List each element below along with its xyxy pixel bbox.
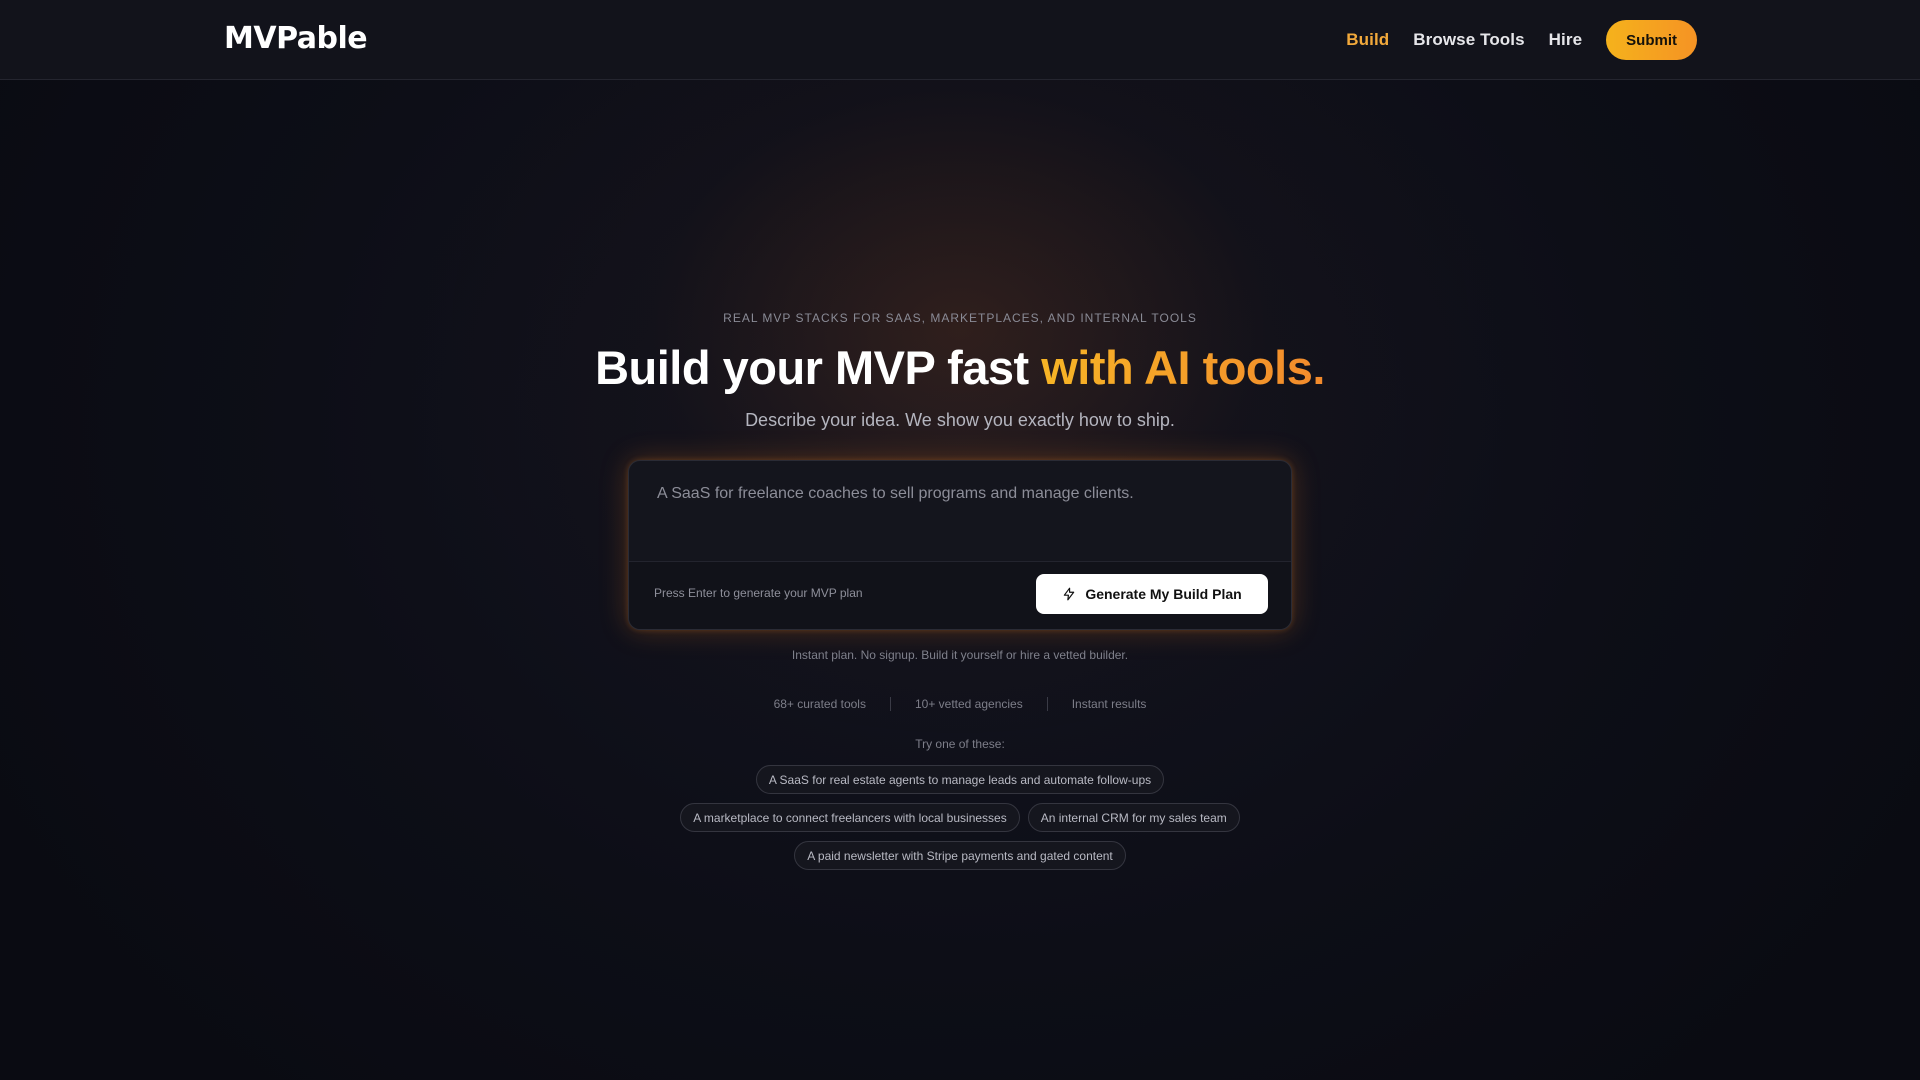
suggestion-chip[interactable]: An internal CRM for my sales team	[1027, 803, 1240, 832]
idea-prompt-box: Press Enter to generate your MVP plan Ge…	[628, 460, 1292, 630]
hero-eyebrow: REAL MVP STACKS FOR SAAS, MARKETPLACES, …	[723, 311, 1197, 325]
suggestion-row: A paid newsletter with Stripe payments a…	[0, 841, 1920, 870]
headline-plain: Build your MVP fast	[595, 341, 1042, 394]
top-navbar: MVPable Build Browse Tools Hire Submit	[0, 0, 1920, 80]
suggestion-row: A SaaS for real estate agents to manage …	[0, 765, 1920, 794]
main-nav: Build Browse Tools Hire Submit	[1346, 19, 1697, 61]
suggestion-chip[interactable]: A SaaS for real estate agents to manage …	[755, 765, 1165, 794]
prompt-footer: Press Enter to generate your MVP plan Ge…	[629, 561, 1291, 629]
try-label: Try one of these:	[915, 737, 1005, 751]
headline-accent: with AI tools.	[1041, 341, 1325, 394]
idea-input[interactable]	[629, 461, 1291, 561]
nav-hire[interactable]: Hire	[1549, 30, 1582, 50]
prompt-hint: Press Enter to generate your MVP plan	[654, 586, 863, 600]
generate-button-label: Generate My Build Plan	[1085, 586, 1242, 602]
hero-headline: Build your MVP fast with AI tools.	[0, 338, 1920, 398]
submit-button[interactable]: Submit	[1606, 20, 1697, 60]
suggestion-chip[interactable]: A paid newsletter with Stripe payments a…	[794, 841, 1126, 870]
logo[interactable]: MVPable	[224, 20, 368, 58]
stat-tools: 68+ curated tools	[773, 697, 866, 711]
stat-agencies: 10+ vetted agencies	[914, 697, 1023, 711]
page: MVPable Build Browse Tools Hire Submit R…	[0, 0, 1920, 1080]
lightning-icon	[1064, 587, 1075, 601]
suggestion-chip[interactable]: A marketplace to connect freelancers wit…	[680, 803, 1020, 832]
hero-subhead: Describe your idea. We show you exactly …	[745, 410, 1175, 430]
nav-build[interactable]: Build	[1346, 30, 1389, 50]
generate-build-plan-button[interactable]: Generate My Build Plan	[1036, 574, 1268, 614]
instant-note: Instant plan. No signup. Build it yourse…	[791, 648, 1129, 662]
nav-browse-tools[interactable]: Browse Tools	[1413, 30, 1524, 50]
suggestion-row: A marketplace to connect freelancers wit…	[0, 803, 1920, 832]
stats-bar: 68+ curated tools 10+ vetted agencies In…	[0, 697, 1920, 711]
stat-results: Instant results	[1071, 697, 1147, 711]
